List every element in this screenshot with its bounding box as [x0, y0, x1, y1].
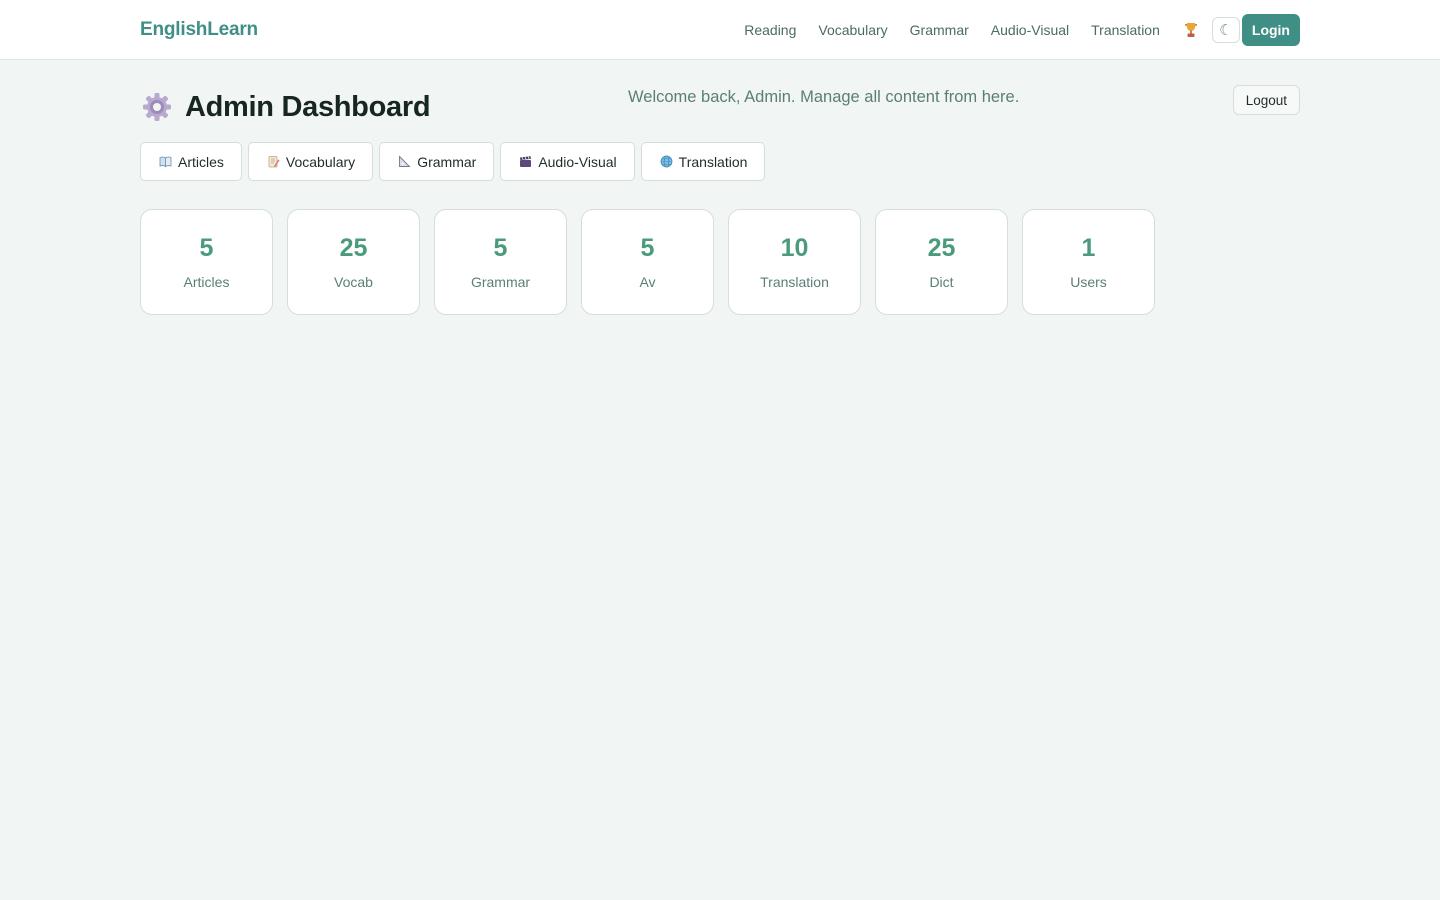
brand-logo[interactable]: EnglishLearn [140, 19, 258, 41]
nav-link-vocabulary[interactable]: Vocabulary [818, 22, 887, 38]
logout-button[interactable]: Logout [1232, 85, 1300, 115]
book-icon [159, 156, 172, 168]
stat-label: Translation [760, 274, 829, 290]
tab-audio-visual[interactable]: Audio-Visual [500, 142, 635, 181]
page-header: Admin Dashboard Welcome back, Admin. Man… [140, 60, 1300, 138]
stats-cards: 5 Articles 25 Vocab 5 Grammar 5 Av 10 Tr… [140, 209, 1300, 315]
stat-card-av: 5 Av [581, 209, 714, 315]
stat-value: 5 [640, 234, 655, 262]
stat-label: Dict [929, 274, 954, 290]
stat-label: Vocab [334, 274, 373, 290]
title-group: Admin Dashboard [140, 90, 431, 124]
stat-card-articles: 5 Articles [140, 209, 273, 315]
stat-card-users: 1 Users [1022, 209, 1155, 315]
stat-value: 1 [1081, 234, 1096, 262]
tab-vocabulary[interactable]: Vocabulary [247, 142, 374, 181]
nav-link-reading[interactable]: Reading [744, 22, 796, 38]
stat-card-dict: 25 Dict [875, 209, 1008, 315]
stat-value: 10 [780, 234, 809, 262]
nav-link-grammar[interactable]: Grammar [910, 22, 969, 38]
tab-label: Articles [178, 153, 224, 170]
login-button[interactable]: Login [1241, 13, 1300, 46]
trophy-icon[interactable] [1184, 22, 1198, 38]
tab-translation[interactable]: Translation [640, 142, 766, 181]
tab-label: Audio-Visual [538, 153, 617, 170]
stat-value: 25 [927, 234, 956, 262]
main-nav: Reading Vocabulary Grammar Audio-Visual … [744, 13, 1300, 46]
dashboard-page: Admin Dashboard Welcome back, Admin. Man… [140, 60, 1300, 315]
page-title: Admin Dashboard [185, 90, 431, 123]
stat-label: Users [1070, 274, 1107, 290]
tab-label: Grammar [417, 153, 477, 170]
stat-label: Grammar [470, 274, 531, 290]
globe-icon [660, 155, 673, 168]
welcome-message: Welcome back, Admin. Manage all content … [628, 88, 1020, 106]
moon-icon: ☾ [1219, 21, 1233, 39]
content-tabs: Articles Vocabulary Grammar Audio-Visual… [140, 142, 1300, 181]
stat-label: Articles [183, 274, 230, 290]
nav-link-audio-visual[interactable]: Audio-Visual [991, 22, 1069, 38]
nav-link-translation[interactable]: Translation [1091, 22, 1160, 38]
gear-icon [143, 93, 171, 121]
stat-card-grammar: 5 Grammar [434, 209, 567, 315]
stat-value: 25 [339, 234, 368, 262]
stat-card-vocab: 25 Vocab [287, 209, 420, 315]
tab-grammar[interactable]: Grammar [379, 142, 495, 181]
stat-value: 5 [199, 234, 214, 262]
stat-label: Av [639, 274, 656, 290]
tab-label: Vocabulary [285, 153, 356, 170]
tab-articles[interactable]: Articles [140, 142, 242, 181]
top-navbar: EnglishLearn Reading Vocabulary Grammar … [0, 0, 1440, 60]
clapper-icon [520, 156, 532, 167]
tab-label: Translation [678, 153, 748, 170]
theme-toggle-button[interactable]: ☾ [1211, 16, 1240, 43]
stat-card-translation: 10 Translation [728, 209, 861, 315]
stat-value: 5 [493, 234, 508, 262]
triangle-ruler-icon [399, 155, 411, 167]
memo-icon [268, 156, 280, 168]
